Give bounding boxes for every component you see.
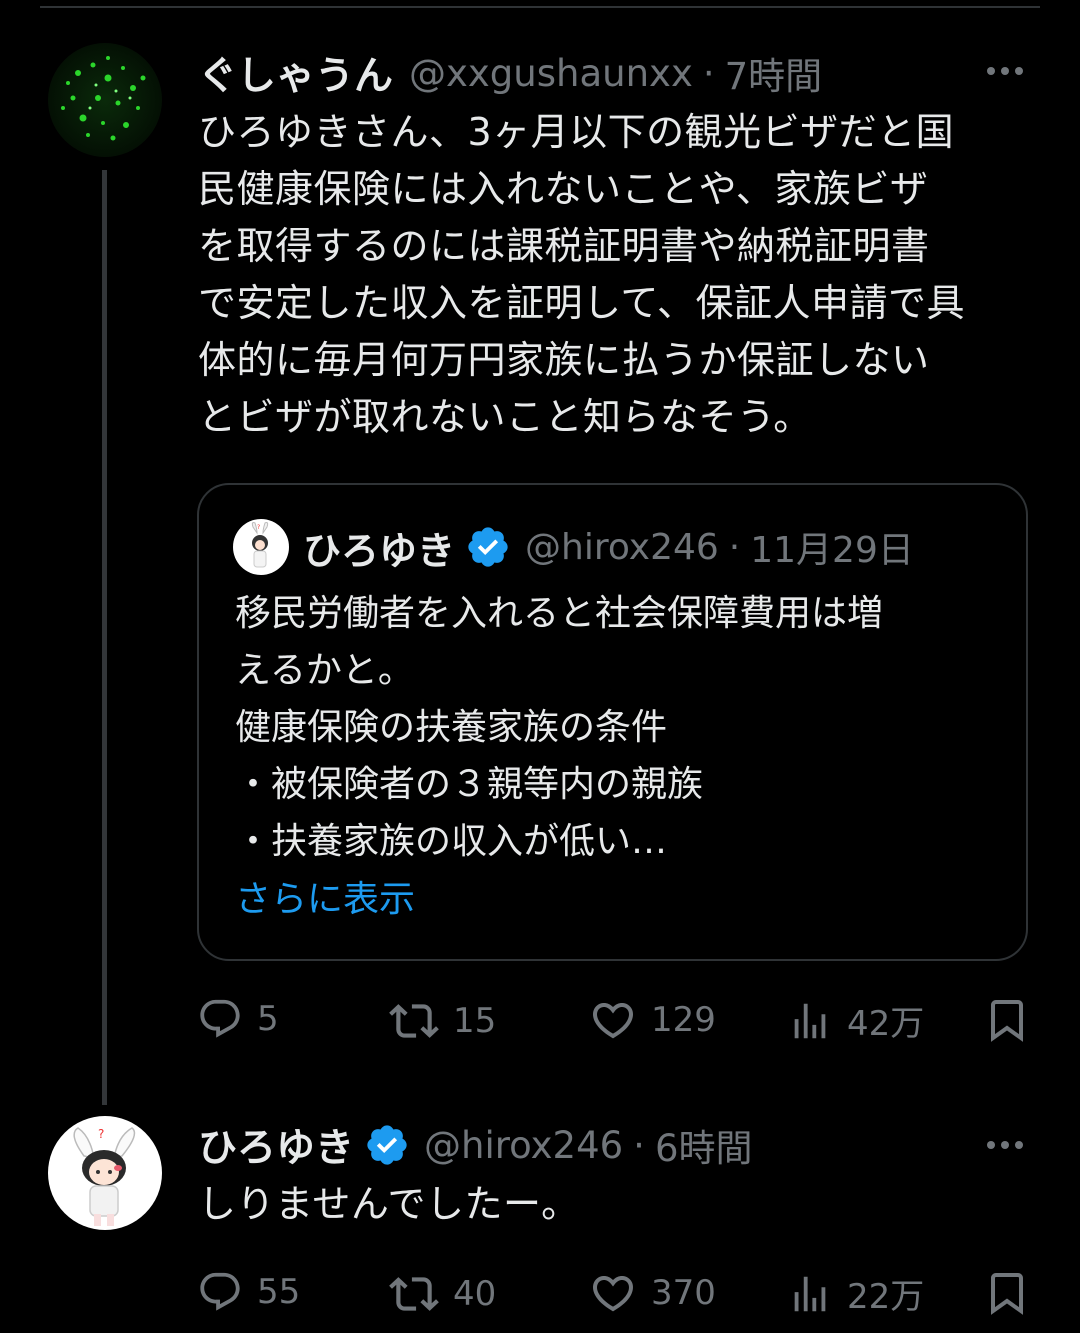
post2-reply-count: 55 bbox=[257, 1272, 301, 1312]
post1-text: ひろゆきさん、3ヶ月以下の観光ビザだと国 民健康保険には入れないことや、家族ビザ… bbox=[198, 110, 965, 439]
reply-icon bbox=[200, 999, 240, 1038]
quote-separator: · bbox=[728, 526, 741, 568]
svg-text:?: ? bbox=[257, 524, 260, 531]
svg-text:?: ? bbox=[98, 1127, 104, 1141]
post2-text: しりませんでしたー。 bbox=[198, 1182, 580, 1226]
heart-icon bbox=[592, 1003, 634, 1039]
verified-badge-icon[interactable] bbox=[465, 524, 511, 570]
views-chart-icon bbox=[794, 1003, 826, 1038]
post2-view-count: 22万 bbox=[847, 1277, 925, 1317]
quote-author-handle[interactable]: @hirox246 bbox=[525, 527, 719, 568]
post1-author-handle[interactable]: @xxgushaunxx bbox=[409, 52, 693, 95]
post1-views-button[interactable]: 42万 bbox=[787, 996, 924, 1045]
post2-action-bar: 55 40 370 22万 bbox=[197, 1269, 1037, 1329]
bookmark-icon bbox=[991, 1000, 1023, 1042]
avatar-gushaun[interactable] bbox=[48, 43, 162, 157]
avatar-hiroyuki[interactable]: ? bbox=[48, 1116, 162, 1230]
post1-like-count: 129 bbox=[651, 1000, 716, 1040]
show-more-link[interactable]: さらに表示 bbox=[235, 870, 415, 922]
post1-timestamp[interactable]: 7時間 bbox=[725, 46, 823, 100]
post1-header: ぐしゃうん @xxgushaunxx · 7時間 bbox=[198, 45, 822, 101]
quoted-tweet[interactable]: ? ひろゆき @hirox246 · 11月29日 移民労働者を入れると社会保障… bbox=[197, 483, 1028, 961]
post2-author-name[interactable]: ひろゆき bbox=[198, 1117, 354, 1173]
post2-timestamp[interactable]: 6時間 bbox=[655, 1118, 753, 1172]
reply-icon bbox=[200, 1272, 240, 1311]
post1-separator: · bbox=[702, 51, 715, 95]
quote-avatar: ? bbox=[233, 519, 289, 575]
repost-icon bbox=[389, 1277, 439, 1311]
post1-repost-count: 15 bbox=[453, 1001, 497, 1041]
bunny-character-image: ? bbox=[73, 1127, 136, 1226]
post2-separator: · bbox=[633, 1123, 645, 1167]
quote-date: 11月29日 bbox=[750, 530, 914, 571]
post2-author-handle[interactable]: @hirox246 bbox=[424, 1124, 623, 1167]
post2-header: ひろゆき @hirox246 · 6時間 bbox=[198, 1117, 752, 1173]
post1-reply-count: 5 bbox=[257, 999, 279, 1039]
post2-repost-button[interactable]: 40 bbox=[389, 1269, 496, 1319]
post1-action-bar: 5 15 129 42万 bbox=[197, 996, 1037, 1056]
quote-header: ひろゆき @hirox246 · 11月29日 bbox=[303, 521, 914, 573]
post1-reply-button[interactable]: 5 bbox=[197, 996, 279, 1042]
verified-badge-icon[interactable] bbox=[364, 1122, 410, 1168]
quote-author-name[interactable]: ひろゆき bbox=[303, 520, 455, 575]
post1-author-name[interactable]: ぐしゃうん bbox=[198, 45, 393, 101]
post2-like-count: 370 bbox=[651, 1273, 716, 1313]
post1-more-icon[interactable] bbox=[987, 67, 1023, 75]
repost-icon bbox=[389, 1004, 439, 1038]
post2-like-button[interactable]: 370 bbox=[589, 1269, 716, 1317]
post1-bookmark-button[interactable] bbox=[983, 996, 1031, 1044]
views-chart-icon bbox=[794, 1276, 826, 1311]
post2-views-button[interactable]: 22万 bbox=[787, 1269, 924, 1318]
green-particles-image bbox=[61, 56, 146, 141]
thread-connector bbox=[102, 170, 107, 1105]
post1-repost-button[interactable]: 15 bbox=[389, 996, 496, 1046]
post2-more-icon[interactable] bbox=[987, 1141, 1023, 1149]
top-divider bbox=[40, 6, 1040, 8]
post1-like-button[interactable]: 129 bbox=[589, 996, 716, 1044]
post1-view-count: 42万 bbox=[847, 1004, 925, 1044]
post2-repost-count: 40 bbox=[453, 1274, 497, 1314]
post2-bookmark-button[interactable] bbox=[983, 1269, 1031, 1317]
bookmark-icon bbox=[991, 1273, 1023, 1315]
post2-reply-button[interactable]: 55 bbox=[197, 1269, 300, 1315]
heart-icon bbox=[592, 1276, 634, 1312]
quote-text: 移民労働者を入れると社会保障費用は増 えるかと。 健康保険の扶養家族の条件 ・被… bbox=[235, 593, 884, 862]
